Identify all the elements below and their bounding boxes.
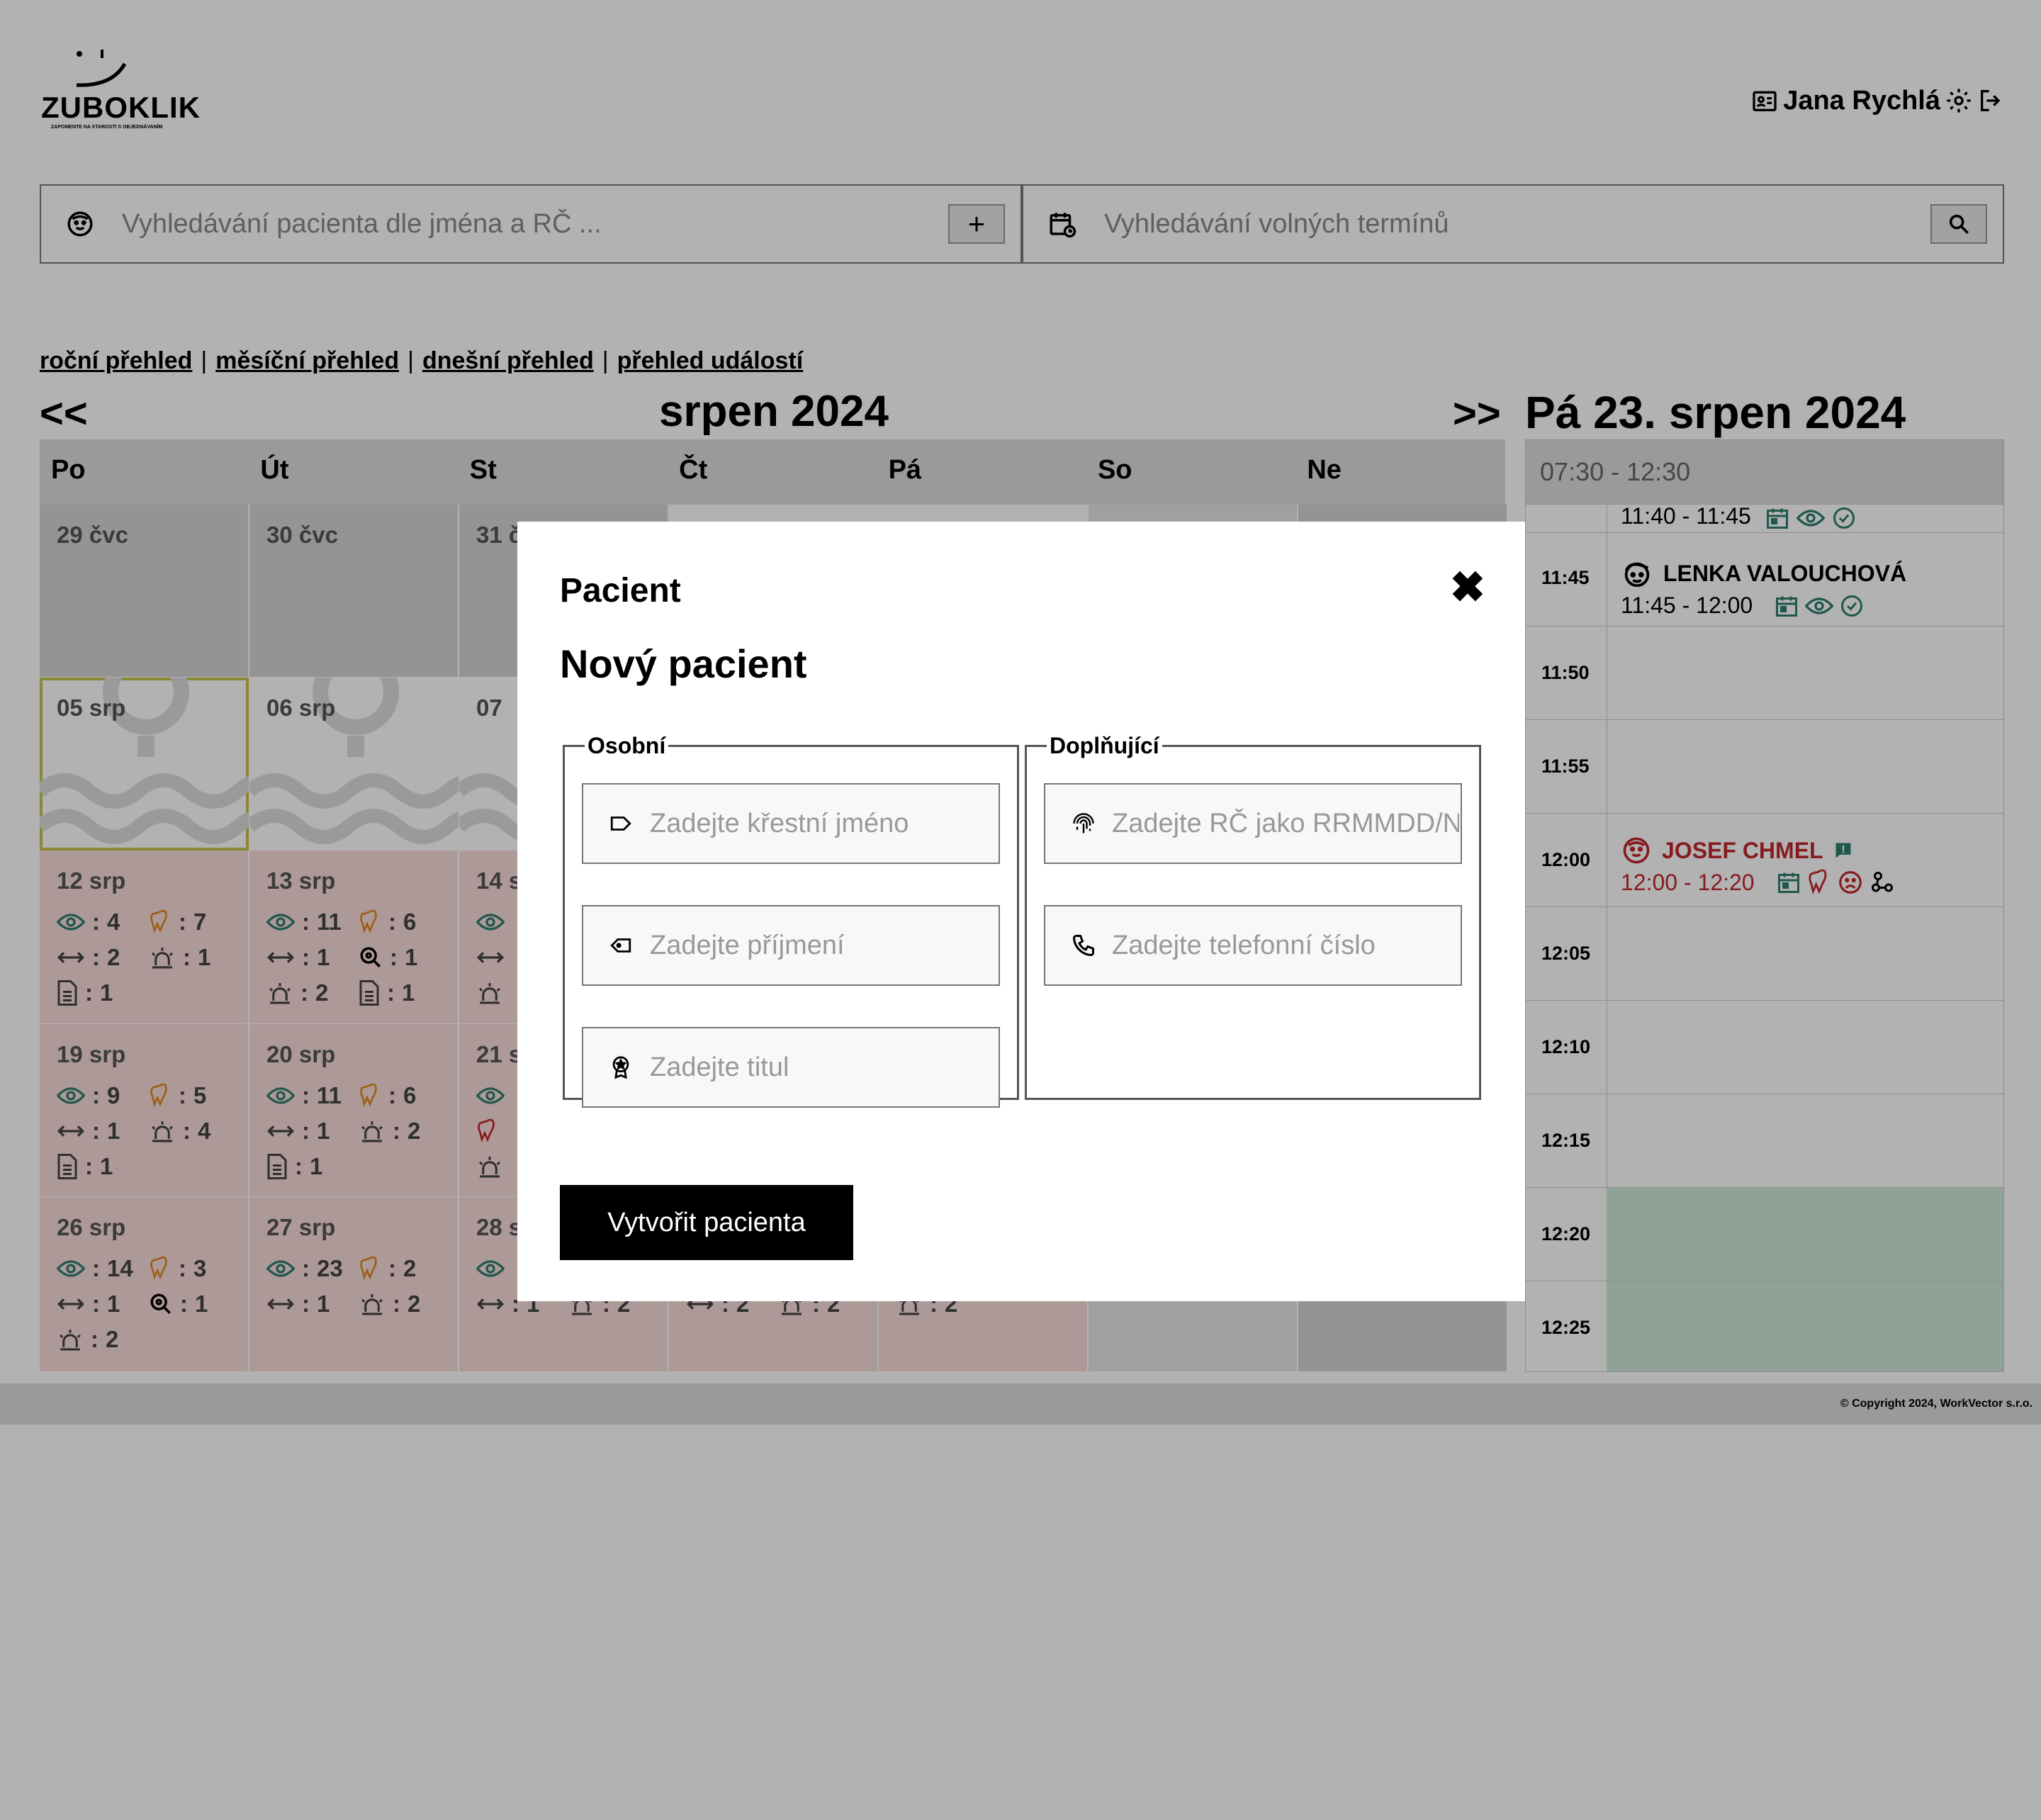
last-name-input[interactable]	[648, 929, 999, 962]
modal-title: Pacient	[560, 572, 681, 610]
tag-left-icon	[609, 933, 637, 957]
last-name-field[interactable]	[582, 905, 1000, 986]
phone-field[interactable]	[1044, 905, 1462, 986]
fingerprint-icon	[1071, 811, 1099, 836]
tag-icon	[609, 811, 637, 836]
first-name-input[interactable]	[648, 807, 999, 840]
title-field[interactable]	[582, 1027, 1000, 1108]
modal-subtitle: Nový pacient	[560, 641, 807, 686]
extra-legend: Doplňující	[1050, 733, 1159, 758]
extra-fieldset: Doplňující	[1025, 733, 1481, 1100]
first-name-field[interactable]	[582, 783, 1000, 864]
new-patient-modal: Pacient ✖ Nový pacient Osobní Doplňující…	[517, 522, 1525, 1301]
personal-fieldset: Osobní	[563, 733, 1019, 1108]
phone-icon	[1071, 933, 1099, 958]
rc-input[interactable]	[1111, 807, 1461, 840]
phone-input[interactable]	[1111, 929, 1461, 962]
personal-legend: Osobní	[587, 733, 666, 758]
close-icon[interactable]: ✖	[1450, 563, 1485, 612]
create-patient-button[interactable]: Vytvořit pacienta	[560, 1185, 853, 1260]
rc-field[interactable]	[1044, 783, 1462, 864]
title-input[interactable]	[648, 1051, 999, 1084]
award-icon	[609, 1055, 637, 1079]
